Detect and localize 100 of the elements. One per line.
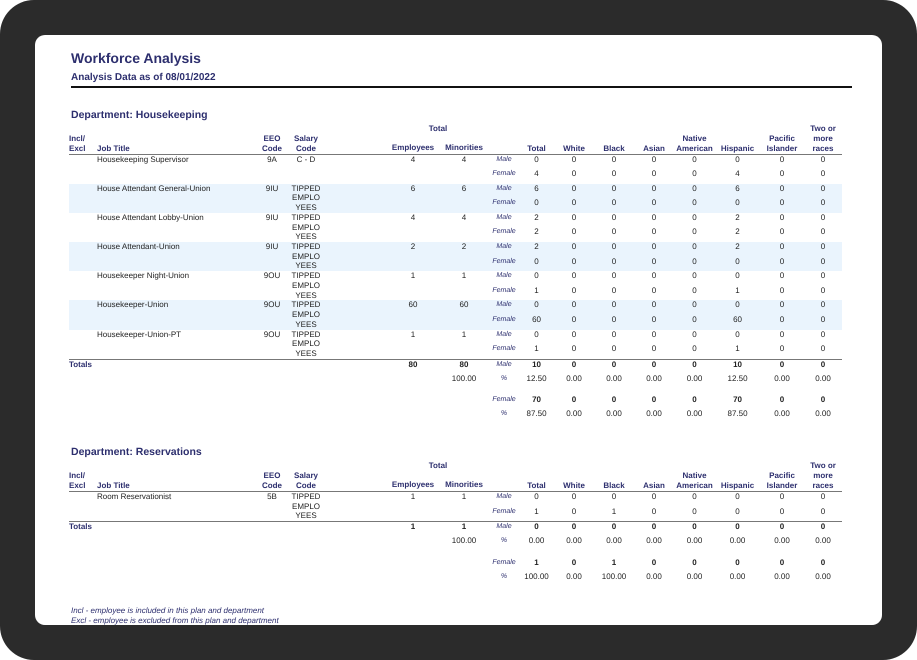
table-cell-text: 87.50 [526, 409, 548, 420]
table-cell: 1 [519, 506, 554, 522]
table-cell-text: 0 [734, 556, 741, 569]
table-cell: 9IU [255, 184, 289, 213]
table-cell: 0 [554, 359, 594, 374]
table-cell: 0 [594, 212, 634, 228]
table-cell: 0 [804, 522, 842, 536]
table-cell-text: 0.00 [773, 374, 791, 385]
table-cell: 0 [760, 184, 804, 198]
department-heading: Department: Housekeeping [71, 109, 209, 122]
table-cell: 0 [634, 227, 674, 242]
table-cell: 0 [674, 286, 716, 300]
column-header: Two or more races [804, 461, 842, 492]
table-cell: 0 [554, 154, 594, 170]
table-cell-text: 0 [820, 394, 826, 406]
table-cell: 0 [519, 330, 554, 344]
table-cell: 0 [804, 184, 842, 198]
table-cell: 6 [439, 184, 490, 213]
table-cell: 0 [760, 256, 804, 272]
table-cell: 2 [715, 242, 760, 257]
column-header: Employees [387, 141, 439, 154]
table-cell: 1 [387, 492, 439, 522]
table-cell-text: 0.00 [686, 536, 704, 548]
column-header: Asian [634, 124, 674, 154]
table-cell: 0 [594, 344, 634, 360]
footnote: Incl - employee is included in this plan and department [71, 606, 266, 616]
table-cell-text: 0.00 [645, 572, 663, 583]
table-cell: 1 [519, 344, 554, 360]
table-cell: 0 [554, 315, 594, 330]
table-cell: 0 [594, 359, 634, 374]
table-cell: 4 [387, 212, 439, 242]
table-cell: TIPPED EMPLO YEES [289, 271, 323, 300]
table-cell-text: 0 [650, 556, 658, 569]
table-cell-text: 0.00 [686, 374, 704, 385]
table-cell: 0 [760, 271, 804, 286]
table-cell: 2 [439, 242, 490, 272]
table-cell: 2 [715, 227, 760, 242]
table-cell: House Attendant General-Union [97, 184, 255, 213]
table-cell-text: 100.00 [450, 374, 478, 385]
table-cell: 0 [804, 359, 842, 374]
table-cell: 0 [674, 344, 716, 360]
table-cell-text: 1 [610, 556, 618, 569]
table-cell-text: 4 [533, 169, 540, 180]
table-cell-text: 100.00 [523, 572, 550, 583]
table-cell-text: 0.00 [773, 536, 791, 548]
table-cell: Housekeeping Supervisor [97, 154, 255, 184]
table-cell: 0 [554, 492, 594, 507]
table-cell: 6 [519, 184, 554, 198]
table-cell: TIPPED EMPLO YEES [289, 492, 323, 522]
table-cell-text: 0.00 [605, 374, 623, 385]
table-cell: 0 [594, 198, 634, 213]
table-cell: 0 [804, 300, 842, 316]
table-cell: C - D [289, 154, 323, 184]
table-cell-text: 0.00 [605, 409, 623, 420]
table-cell-text: 0 [610, 394, 618, 406]
table-cell: 0 [760, 227, 804, 242]
table-cell: 0 [804, 506, 842, 522]
table-cell: 1 [387, 330, 439, 360]
table-cell: 2 [519, 212, 554, 228]
column-header: Employees [387, 478, 439, 492]
table-cell: 60 [519, 315, 554, 330]
table-cell-text: 0 [610, 169, 618, 180]
column-header: Incl/ Excl [69, 461, 97, 492]
table-cell-text: 0.00 [645, 536, 663, 548]
table-cell: 0 [804, 330, 842, 344]
table-cell: 0 [554, 271, 594, 286]
table-cell: 0 [674, 315, 716, 330]
table-cell: 0 [674, 198, 716, 213]
table-cell: 0 [715, 198, 760, 213]
table-cell-text: 0.00 [814, 374, 832, 385]
table-cell: 9IU [255, 212, 289, 242]
table-cell: 4 [439, 212, 490, 242]
table-cell: 0 [594, 271, 634, 286]
table-cell: 0 [594, 256, 634, 272]
table-cell: 0 [554, 506, 594, 522]
table-cell: 1 [439, 271, 490, 300]
table-cell: 0 [634, 522, 674, 536]
table-cell-text: 0.00 [645, 374, 663, 385]
table-cell-text: 0.00 [686, 572, 704, 583]
table-cell: 0 [804, 492, 842, 507]
table-cell: 0 [804, 227, 842, 242]
footnote: Excl - employee is excluded from this plan and department [71, 616, 280, 626]
table-cell: 80 [387, 359, 439, 374]
table-cell: 0 [804, 315, 842, 330]
table-cell-text: 0.00 [605, 536, 623, 548]
column-header: Incl/ Excl [69, 124, 97, 154]
table-cell: 0 [674, 492, 716, 507]
table-cell: 1 [439, 330, 490, 360]
table-cell-text: 0.00 [565, 536, 583, 548]
table-cell: 0 [760, 330, 804, 344]
table-cell: 0 [594, 492, 634, 507]
column-header: Total [428, 124, 448, 135]
column-header: Two or more races [804, 124, 842, 154]
table-cell: 2 [715, 212, 760, 228]
column-header: White [554, 124, 594, 154]
column-header: Job Title [97, 124, 255, 154]
table-cell: 0 [674, 330, 716, 344]
table-cell: 0 [519, 492, 554, 507]
table-cell-text: 0 [778, 394, 786, 406]
column-header: Total [428, 461, 448, 472]
